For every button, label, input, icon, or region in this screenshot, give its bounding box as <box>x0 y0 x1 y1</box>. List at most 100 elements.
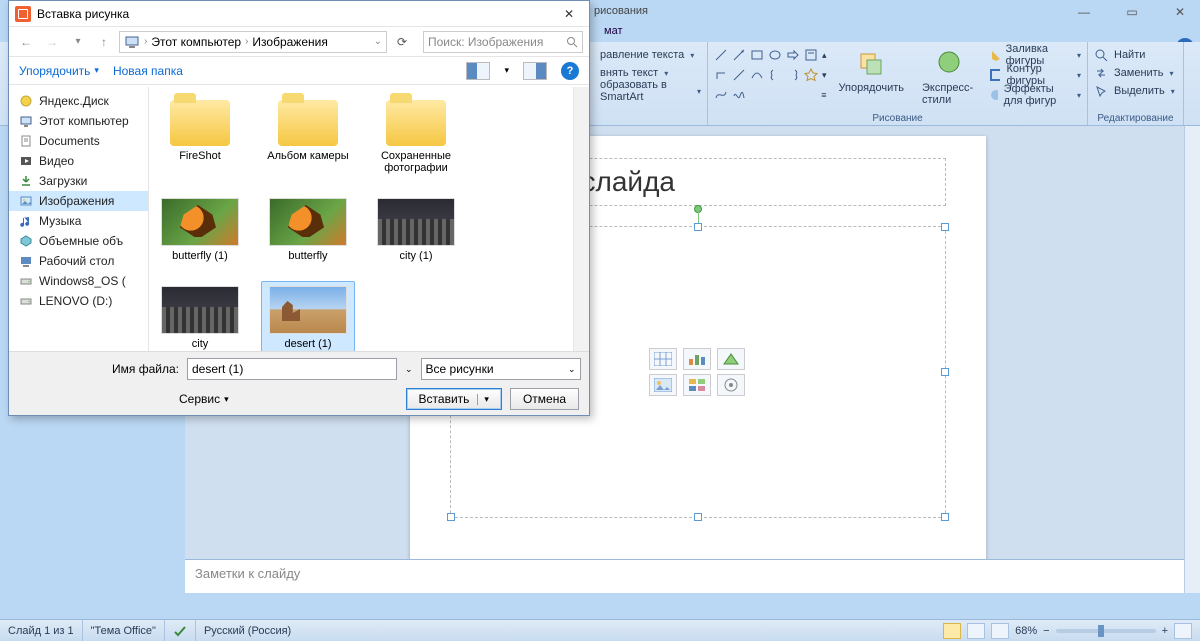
align-text-btn[interactable]: внять текст <box>600 67 658 79</box>
zoom-slider[interactable] <box>1056 629 1156 633</box>
file-label: FireShot <box>179 150 221 162</box>
preview-pane-button[interactable] <box>523 62 547 80</box>
nav-item-1[interactable]: Этот компьютер <box>9 111 148 131</box>
ribbon-tab-format[interactable]: мат <box>594 24 632 38</box>
freeform-icon <box>714 88 728 102</box>
quickstyles-label: Экспресс-стили <box>922 82 977 106</box>
dialog-titlebar[interactable]: Вставка рисунка ✕ <box>9 1 589 27</box>
shapes-gallery[interactable]: ▴ ▾ ≡ <box>714 46 827 108</box>
arrange-label: Упорядочить <box>839 82 904 94</box>
insert-clipart-icon[interactable] <box>683 374 711 396</box>
nav-item-3[interactable]: Видео <box>9 151 148 171</box>
insert-picture-icon[interactable] <box>649 374 677 396</box>
nav-item-10[interactable]: LENOVO (D:) <box>9 291 148 311</box>
resize-handle-se[interactable] <box>941 513 949 521</box>
close-button[interactable]: ✕ <box>1166 3 1194 21</box>
ribbon-group-drawing: ▴ ▾ ≡ <box>708 42 1088 125</box>
shape-fill-button[interactable]: Заливка фигуры▾ <box>989 46 1081 64</box>
tools-button[interactable]: Сервис▾ <box>179 392 229 406</box>
breadcrumb[interactable]: › Этот компьютер › Изображения ⌄ <box>119 31 387 53</box>
dialog-nav-pane[interactable]: Яндекс.ДискЭтот компьютерDocumentsВидеоЗ… <box>9 87 149 351</box>
resize-handle-sw[interactable] <box>447 513 455 521</box>
replace-button[interactable]: Заменить▾ <box>1094 64 1177 82</box>
dialog-scrollbar[interactable] <box>573 87 589 351</box>
convert-smartart-btn[interactable]: образовать в SmartArt <box>600 79 691 103</box>
slideshow-view-button[interactable] <box>991 623 1009 639</box>
shape-effects-button[interactable]: Эффекты для фигур▾ <box>989 86 1081 104</box>
minimize-button[interactable]: — <box>1070 3 1098 21</box>
file-filter-select[interactable]: Все рисунки⌄ <box>421 358 581 380</box>
view-mode-dropdown[interactable]: ▾ <box>504 65 509 76</box>
file-item-3[interactable]: butterfly (1) <box>153 193 247 267</box>
nav-item-6[interactable]: Музыка <box>9 211 148 231</box>
file-item-7[interactable]: desert (1) <box>261 281 355 351</box>
fit-window-button[interactable] <box>1174 623 1192 639</box>
insert-media-icon[interactable] <box>717 374 745 396</box>
arrow-shape-icon <box>732 48 746 62</box>
sorter-view-button[interactable] <box>967 623 985 639</box>
file-item-2[interactable]: Сохраненные фотографии <box>369 95 463 179</box>
notes-pane[interactable]: Заметки к слайду <box>185 559 1200 593</box>
file-item-1[interactable]: Альбом камеры <box>261 95 355 179</box>
vertical-scrollbar[interactable] <box>1184 126 1200 593</box>
insert-table-icon[interactable] <box>649 348 677 370</box>
text-direction-btn[interactable]: равление текста <box>600 49 684 61</box>
insert-chart-icon[interactable] <box>683 348 711 370</box>
dialog-help-button[interactable]: ? <box>561 62 579 80</box>
folder-icon <box>278 100 338 146</box>
nav-item-7[interactable]: Объемные объ <box>9 231 148 251</box>
nav-item-2[interactable]: Documents <box>9 131 148 151</box>
nav-item-4[interactable]: Загрузки <box>9 171 148 191</box>
refresh-button[interactable]: ⟳ <box>391 31 413 53</box>
file-item-4[interactable]: butterfly <box>261 193 355 267</box>
nav-item-5[interactable]: Изображения <box>9 191 148 211</box>
normal-view-button[interactable] <box>943 623 961 639</box>
resize-handle-s[interactable] <box>694 513 702 521</box>
shape-outline-button[interactable]: Контур фигуры▾ <box>989 66 1081 84</box>
insert-smartart-icon[interactable] <box>717 348 745 370</box>
view-mode-button[interactable] <box>466 62 490 80</box>
nav-back-button[interactable]: ← <box>15 31 37 53</box>
image-thumbnail <box>161 286 239 334</box>
file-list-pane[interactable]: FireShot Альбом камерыСохраненные фотогра… <box>149 87 573 351</box>
select-button[interactable]: Выделить▾ <box>1094 82 1177 100</box>
spellcheck-icon[interactable] <box>165 620 196 641</box>
breadcrumb-folder[interactable]: Изображения <box>252 35 327 49</box>
nav-item-0[interactable]: Яндекс.Диск <box>9 91 148 111</box>
file-item-0[interactable]: FireShot <box>153 95 247 179</box>
arrange-button[interactable]: Упорядочить <box>833 46 910 108</box>
quick-styles-button[interactable]: Экспресс-стили <box>916 46 983 108</box>
oval-shape-icon <box>768 48 782 62</box>
theme-indicator: "Тема Office" <box>83 620 165 641</box>
file-label: butterfly <box>288 250 327 262</box>
elbow-icon <box>714 68 728 82</box>
filename-dropdown[interactable]: ⌄ <box>405 364 413 375</box>
search-field[interactable]: Поиск: Изображения <box>423 31 583 53</box>
nav-fwd-button[interactable]: → <box>41 31 63 53</box>
organize-button[interactable]: Упорядочить▾ <box>19 64 99 78</box>
dialog-close-button[interactable]: ✕ <box>555 4 583 24</box>
file-item-6[interactable]: city <box>153 281 247 351</box>
resize-handle-e[interactable] <box>941 368 949 376</box>
file-item-5[interactable]: city (1) <box>369 193 463 267</box>
resize-handle-ne[interactable] <box>941 223 949 231</box>
resize-handle-n[interactable] <box>694 223 702 231</box>
title-overflow-text: рисования <box>594 5 648 17</box>
new-folder-button[interactable]: Новая папка <box>113 64 183 78</box>
language-indicator[interactable]: Русский (Россия) <box>196 620 299 641</box>
insert-button[interactable]: Вставить▾ <box>406 388 502 410</box>
nav-recent-button[interactable]: ▾ <box>67 31 89 53</box>
filename-input[interactable] <box>187 358 397 380</box>
zoom-percent[interactable]: 68% <box>1015 625 1037 637</box>
line-shape-icon <box>714 48 728 62</box>
maximize-button[interactable]: ▭ <box>1118 3 1146 21</box>
nav-item-8[interactable]: Рабочий стол <box>9 251 148 271</box>
nav-item-9[interactable]: Windows8_OS ( <box>9 271 148 291</box>
cancel-button[interactable]: Отмена <box>510 388 579 410</box>
find-button[interactable]: Найти <box>1094 46 1177 64</box>
zoom-in[interactable]: + <box>1162 625 1168 637</box>
zoom-out[interactable]: − <box>1043 625 1049 637</box>
dialog-footer: Имя файла: ⌄ Все рисунки⌄ Сервис▾ Встави… <box>9 351 589 415</box>
nav-up-button[interactable]: ↑ <box>93 31 115 53</box>
breadcrumb-root[interactable]: Этот компьютер <box>151 35 241 49</box>
